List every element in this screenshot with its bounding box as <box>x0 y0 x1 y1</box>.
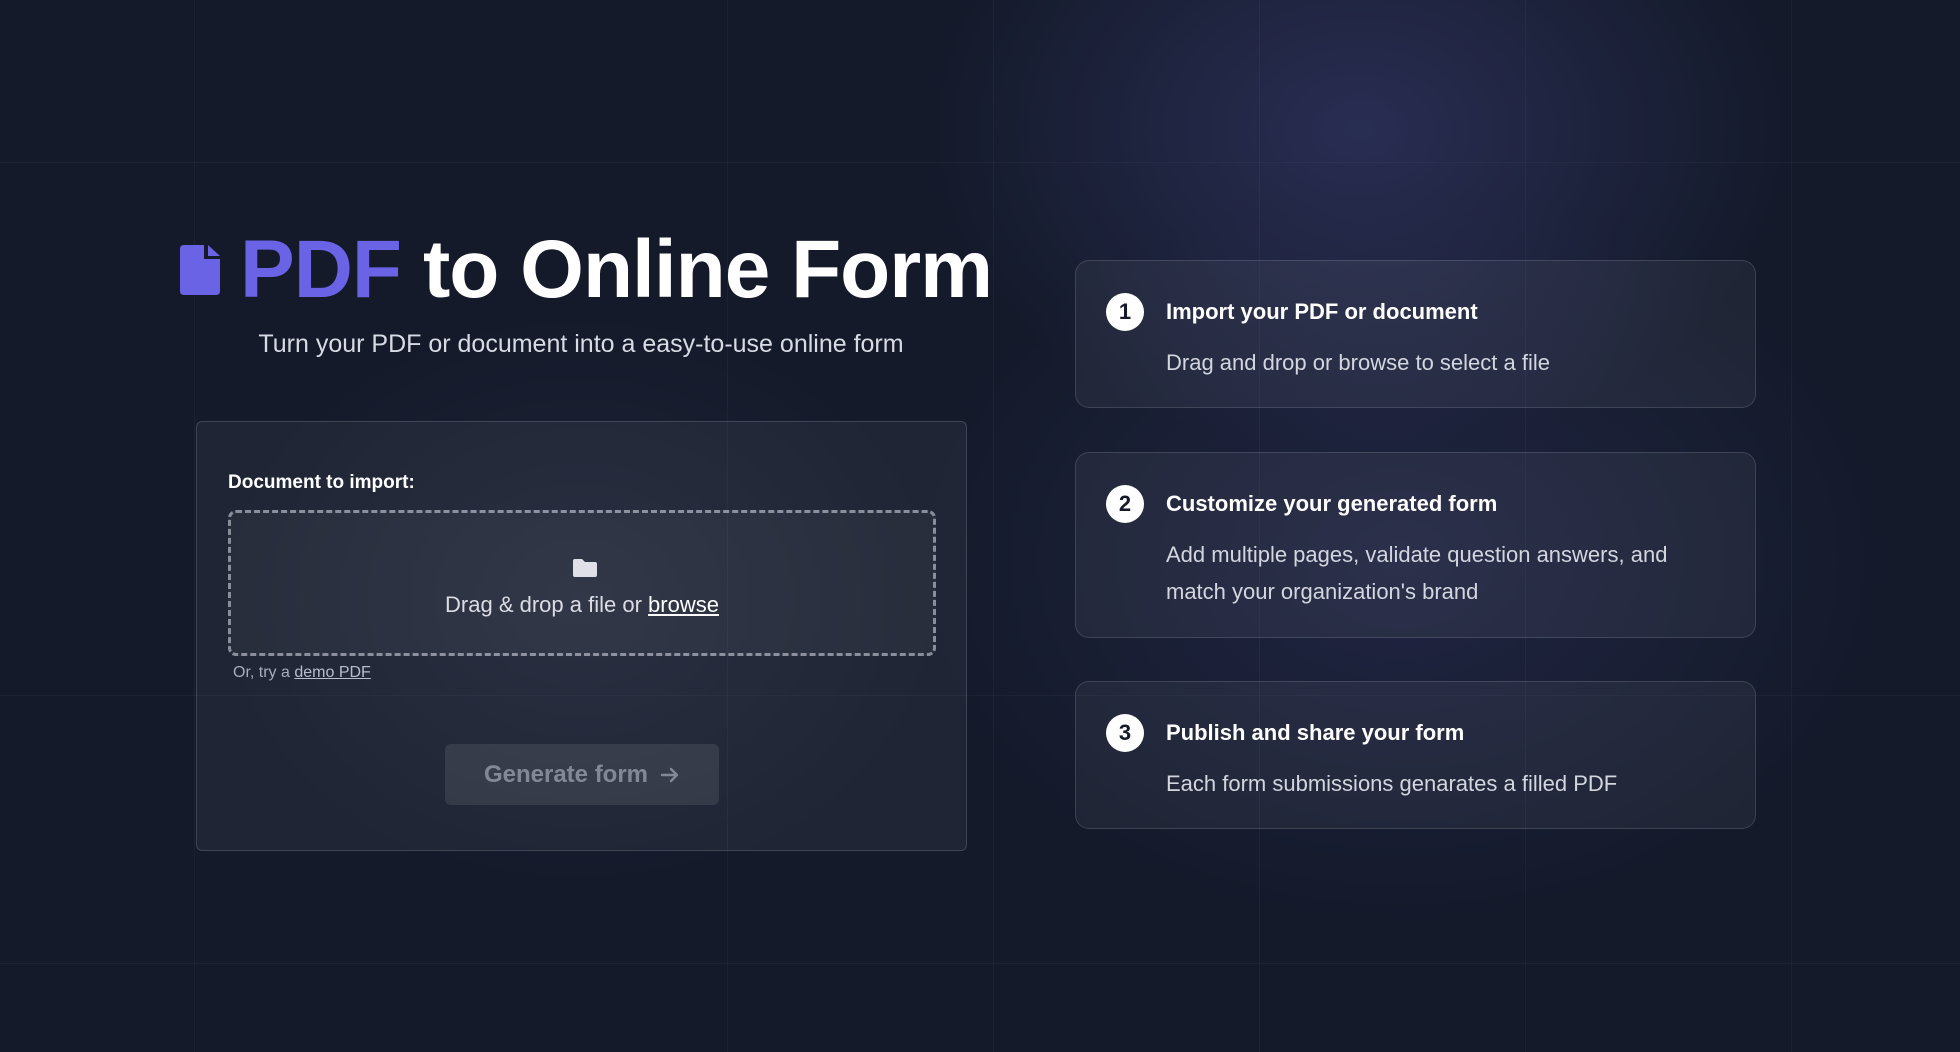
title-text: to Online Form <box>423 224 993 315</box>
page-subtitle: Turn your PDF or document into a easy-to… <box>258 330 904 358</box>
step-card-import: 1 Import your PDF or document Drag and d… <box>1075 260 1756 408</box>
step-number-badge: 1 <box>1106 293 1144 331</box>
step-description: Drag and drop or browse to select a file <box>1166 350 1550 375</box>
title-accent: PDF <box>240 224 402 315</box>
file-dropzone[interactable]: Drag & drop a file or browse <box>228 510 936 656</box>
grid-line <box>0 162 1960 163</box>
dropzone-instruction: Drag & drop a file or <box>445 592 642 617</box>
step-title: Customize your generated form <box>1166 491 1498 516</box>
demo-prefix: Or, try a <box>233 664 290 681</box>
page-title: PDF to Online Form <box>180 222 993 318</box>
import-label: Document to import: <box>228 472 415 493</box>
step-description: Each form submissions genarates a filled… <box>1166 771 1618 796</box>
grid-line <box>1791 0 1792 1052</box>
step-title: Import your PDF or document <box>1166 299 1478 324</box>
dropzone-text: Drag & drop a file or browse <box>231 592 933 618</box>
step-number-badge: 2 <box>1106 485 1144 523</box>
grid-line <box>0 963 1960 964</box>
generate-form-label: Generate form <box>483 760 649 788</box>
step-title: Publish and share your form <box>1166 720 1465 745</box>
document-icon <box>180 245 220 295</box>
step-card-publish: 3 Publish and share your form Each form … <box>1075 681 1756 829</box>
arrow-right-icon <box>660 767 679 782</box>
grid-line <box>194 0 195 1052</box>
grid-line <box>993 0 994 1052</box>
browse-link[interactable]: browse <box>648 592 719 617</box>
step-number-badge: 3 <box>1106 714 1144 752</box>
folder-icon <box>573 559 597 577</box>
step-description: Add multiple pages, validate question an… <box>1166 542 1668 604</box>
demo-hint: Or, try a demo PDF <box>233 664 371 682</box>
import-panel: Document to import: Drag & drop a file o… <box>196 421 967 851</box>
generate-form-button[interactable]: Generate form <box>445 744 719 805</box>
step-card-customize: 2 Customize your generated form Add mult… <box>1075 452 1756 638</box>
demo-pdf-link[interactable]: demo PDF <box>294 664 370 681</box>
